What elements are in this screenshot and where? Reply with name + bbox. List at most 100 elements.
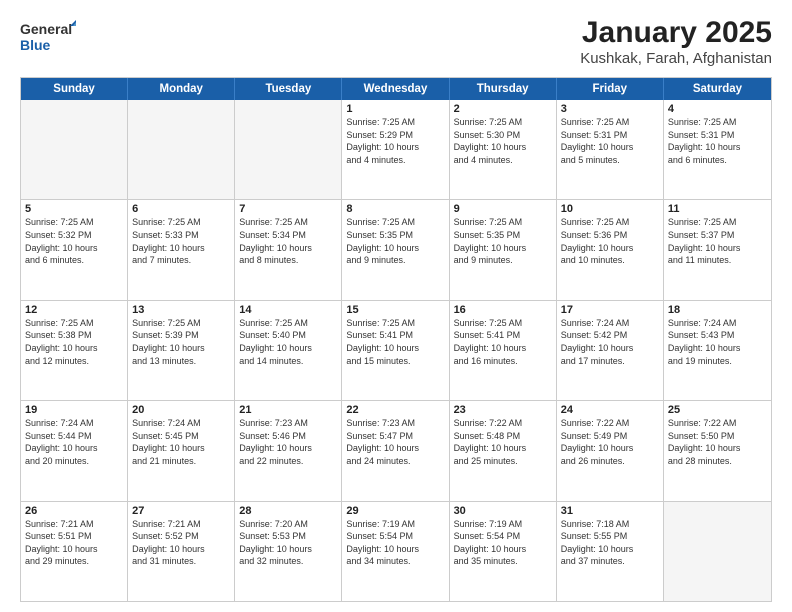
- day-number: 23: [454, 404, 552, 416]
- header: General Blue January 2025 Kushkak, Farah…: [20, 16, 772, 67]
- day-info: Sunrise: 7:25 AM Sunset: 5:39 PM Dayligh…: [132, 317, 230, 367]
- logo: General Blue: [20, 16, 76, 56]
- calendar-cell: [235, 100, 342, 199]
- day-info: Sunrise: 7:22 AM Sunset: 5:48 PM Dayligh…: [454, 417, 552, 467]
- header-day-wednesday: Wednesday: [342, 78, 449, 100]
- calendar-cell: 7Sunrise: 7:25 AM Sunset: 5:34 PM Daylig…: [235, 200, 342, 299]
- calendar-cell: 20Sunrise: 7:24 AM Sunset: 5:45 PM Dayli…: [128, 401, 235, 500]
- calendar-week-4: 19Sunrise: 7:24 AM Sunset: 5:44 PM Dayli…: [21, 400, 771, 500]
- day-info: Sunrise: 7:25 AM Sunset: 5:31 PM Dayligh…: [668, 116, 767, 166]
- calendar-week-3: 12Sunrise: 7:25 AM Sunset: 5:38 PM Dayli…: [21, 300, 771, 400]
- day-number: 16: [454, 304, 552, 316]
- day-number: 1: [346, 103, 444, 115]
- calendar-cell: 31Sunrise: 7:18 AM Sunset: 5:55 PM Dayli…: [557, 502, 664, 601]
- calendar-cell: 16Sunrise: 7:25 AM Sunset: 5:41 PM Dayli…: [450, 301, 557, 400]
- day-info: Sunrise: 7:25 AM Sunset: 5:41 PM Dayligh…: [454, 317, 552, 367]
- calendar-week-5: 26Sunrise: 7:21 AM Sunset: 5:51 PM Dayli…: [21, 501, 771, 601]
- header-day-thursday: Thursday: [450, 78, 557, 100]
- header-day-monday: Monday: [128, 78, 235, 100]
- day-info: Sunrise: 7:25 AM Sunset: 5:35 PM Dayligh…: [346, 216, 444, 266]
- day-number: 12: [25, 304, 123, 316]
- svg-text:Blue: Blue: [20, 37, 51, 53]
- day-info: Sunrise: 7:18 AM Sunset: 5:55 PM Dayligh…: [561, 518, 659, 568]
- day-info: Sunrise: 7:23 AM Sunset: 5:47 PM Dayligh…: [346, 417, 444, 467]
- calendar-cell: 1Sunrise: 7:25 AM Sunset: 5:29 PM Daylig…: [342, 100, 449, 199]
- header-day-sunday: Sunday: [21, 78, 128, 100]
- day-number: 27: [132, 505, 230, 517]
- calendar-cell: 12Sunrise: 7:25 AM Sunset: 5:38 PM Dayli…: [21, 301, 128, 400]
- day-number: 11: [668, 203, 767, 215]
- day-info: Sunrise: 7:19 AM Sunset: 5:54 PM Dayligh…: [346, 518, 444, 568]
- svg-text:General: General: [20, 21, 72, 37]
- day-number: 31: [561, 505, 659, 517]
- day-number: 4: [668, 103, 767, 115]
- day-info: Sunrise: 7:20 AM Sunset: 5:53 PM Dayligh…: [239, 518, 337, 568]
- calendar-week-2: 5Sunrise: 7:25 AM Sunset: 5:32 PM Daylig…: [21, 199, 771, 299]
- day-number: 25: [668, 404, 767, 416]
- day-number: 24: [561, 404, 659, 416]
- day-info: Sunrise: 7:25 AM Sunset: 5:34 PM Dayligh…: [239, 216, 337, 266]
- calendar-cell: 23Sunrise: 7:22 AM Sunset: 5:48 PM Dayli…: [450, 401, 557, 500]
- day-number: 17: [561, 304, 659, 316]
- logo-graphic: General Blue: [20, 16, 76, 56]
- page: General Blue January 2025 Kushkak, Farah…: [0, 0, 792, 612]
- calendar-cell: 25Sunrise: 7:22 AM Sunset: 5:50 PM Dayli…: [664, 401, 771, 500]
- calendar-cell: 13Sunrise: 7:25 AM Sunset: 5:39 PM Dayli…: [128, 301, 235, 400]
- calendar-cell: 26Sunrise: 7:21 AM Sunset: 5:51 PM Dayli…: [21, 502, 128, 601]
- title-area: January 2025 Kushkak, Farah, Afghanistan: [580, 16, 772, 67]
- calendar-cell: 19Sunrise: 7:24 AM Sunset: 5:44 PM Dayli…: [21, 401, 128, 500]
- calendar-cell: 27Sunrise: 7:21 AM Sunset: 5:52 PM Dayli…: [128, 502, 235, 601]
- calendar-cell: 4Sunrise: 7:25 AM Sunset: 5:31 PM Daylig…: [664, 100, 771, 199]
- day-number: 14: [239, 304, 337, 316]
- calendar-title: January 2025: [580, 16, 772, 50]
- calendar-cell: 9Sunrise: 7:25 AM Sunset: 5:35 PM Daylig…: [450, 200, 557, 299]
- day-number: 22: [346, 404, 444, 416]
- day-number: 21: [239, 404, 337, 416]
- calendar: SundayMondayTuesdayWednesdayThursdayFrid…: [20, 77, 772, 602]
- day-info: Sunrise: 7:21 AM Sunset: 5:51 PM Dayligh…: [25, 518, 123, 568]
- calendar-cell: [21, 100, 128, 199]
- calendar-body: 1Sunrise: 7:25 AM Sunset: 5:29 PM Daylig…: [21, 100, 771, 601]
- day-number: 20: [132, 404, 230, 416]
- day-info: Sunrise: 7:24 AM Sunset: 5:43 PM Dayligh…: [668, 317, 767, 367]
- calendar-header: SundayMondayTuesdayWednesdayThursdayFrid…: [21, 78, 771, 100]
- calendar-cell: 3Sunrise: 7:25 AM Sunset: 5:31 PM Daylig…: [557, 100, 664, 199]
- header-day-saturday: Saturday: [664, 78, 771, 100]
- calendar-cell: 6Sunrise: 7:25 AM Sunset: 5:33 PM Daylig…: [128, 200, 235, 299]
- day-number: 30: [454, 505, 552, 517]
- calendar-cell: 8Sunrise: 7:25 AM Sunset: 5:35 PM Daylig…: [342, 200, 449, 299]
- header-day-tuesday: Tuesday: [235, 78, 342, 100]
- day-info: Sunrise: 7:25 AM Sunset: 5:38 PM Dayligh…: [25, 317, 123, 367]
- day-number: 9: [454, 203, 552, 215]
- day-number: 5: [25, 203, 123, 215]
- calendar-cell: 10Sunrise: 7:25 AM Sunset: 5:36 PM Dayli…: [557, 200, 664, 299]
- calendar-cell: 29Sunrise: 7:19 AM Sunset: 5:54 PM Dayli…: [342, 502, 449, 601]
- day-info: Sunrise: 7:22 AM Sunset: 5:50 PM Dayligh…: [668, 417, 767, 467]
- day-number: 3: [561, 103, 659, 115]
- day-info: Sunrise: 7:25 AM Sunset: 5:41 PM Dayligh…: [346, 317, 444, 367]
- calendar-cell: 21Sunrise: 7:23 AM Sunset: 5:46 PM Dayli…: [235, 401, 342, 500]
- day-number: 6: [132, 203, 230, 215]
- day-info: Sunrise: 7:25 AM Sunset: 5:35 PM Dayligh…: [454, 216, 552, 266]
- calendar-week-1: 1Sunrise: 7:25 AM Sunset: 5:29 PM Daylig…: [21, 100, 771, 199]
- day-info: Sunrise: 7:25 AM Sunset: 5:30 PM Dayligh…: [454, 116, 552, 166]
- day-number: 15: [346, 304, 444, 316]
- day-info: Sunrise: 7:25 AM Sunset: 5:40 PM Dayligh…: [239, 317, 337, 367]
- day-number: 18: [668, 304, 767, 316]
- calendar-cell: 5Sunrise: 7:25 AM Sunset: 5:32 PM Daylig…: [21, 200, 128, 299]
- day-info: Sunrise: 7:25 AM Sunset: 5:32 PM Dayligh…: [25, 216, 123, 266]
- day-info: Sunrise: 7:22 AM Sunset: 5:49 PM Dayligh…: [561, 417, 659, 467]
- day-number: 13: [132, 304, 230, 316]
- calendar-cell: 15Sunrise: 7:25 AM Sunset: 5:41 PM Dayli…: [342, 301, 449, 400]
- calendar-cell: 28Sunrise: 7:20 AM Sunset: 5:53 PM Dayli…: [235, 502, 342, 601]
- calendar-cell: 11Sunrise: 7:25 AM Sunset: 5:37 PM Dayli…: [664, 200, 771, 299]
- day-info: Sunrise: 7:25 AM Sunset: 5:33 PM Dayligh…: [132, 216, 230, 266]
- day-info: Sunrise: 7:23 AM Sunset: 5:46 PM Dayligh…: [239, 417, 337, 467]
- day-info: Sunrise: 7:21 AM Sunset: 5:52 PM Dayligh…: [132, 518, 230, 568]
- calendar-cell: 22Sunrise: 7:23 AM Sunset: 5:47 PM Dayli…: [342, 401, 449, 500]
- calendar-cell: 30Sunrise: 7:19 AM Sunset: 5:54 PM Dayli…: [450, 502, 557, 601]
- day-number: 29: [346, 505, 444, 517]
- day-info: Sunrise: 7:24 AM Sunset: 5:45 PM Dayligh…: [132, 417, 230, 467]
- calendar-cell: 24Sunrise: 7:22 AM Sunset: 5:49 PM Dayli…: [557, 401, 664, 500]
- day-info: Sunrise: 7:25 AM Sunset: 5:29 PM Dayligh…: [346, 116, 444, 166]
